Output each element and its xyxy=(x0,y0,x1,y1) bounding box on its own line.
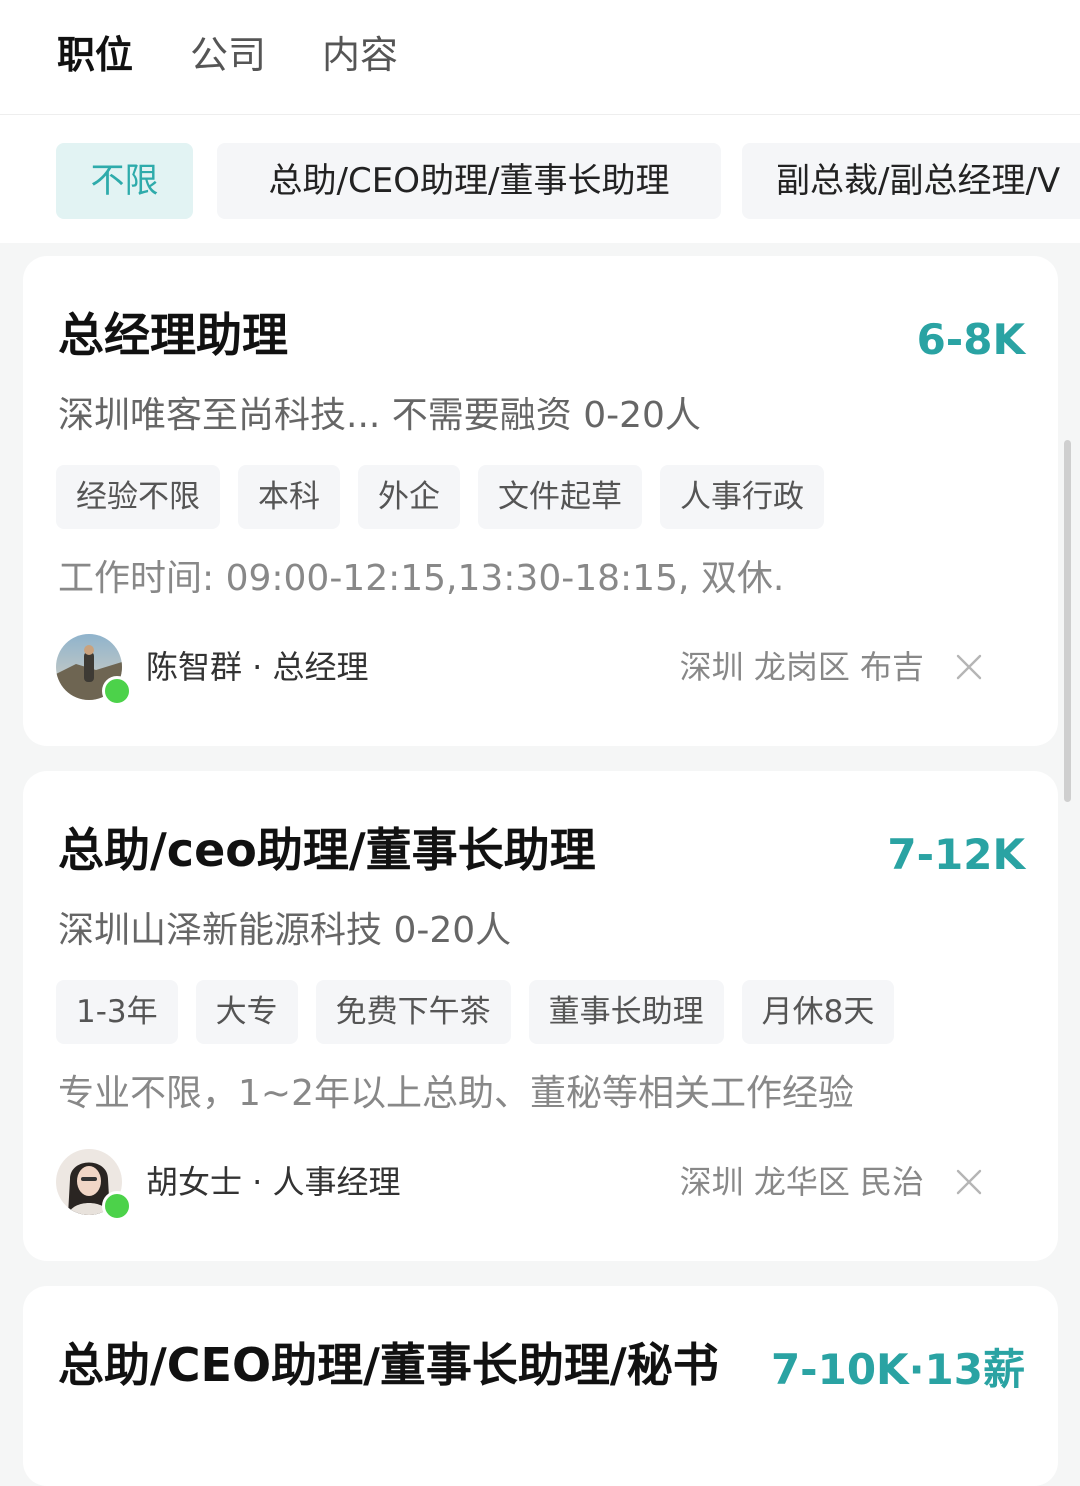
job-card[interactable]: 总助/ceo助理/董事长助理 7-12K 深圳山泽新能源科技 0-20人 1-3… xyxy=(23,771,1058,1261)
job-description: 专业不限，1~2年以上总助、董秘等相关工作经验 xyxy=(58,1073,854,1114)
scrollbar[interactable] xyxy=(1064,440,1071,802)
avatar[interactable] xyxy=(56,1149,132,1221)
job-tag: 1-3年 xyxy=(56,980,178,1044)
job-description: 工作时间: 09:00-12:15,13:30-18:15, 双休. xyxy=(58,558,785,599)
job-salary: 7-10K·13薪 xyxy=(770,1345,1025,1394)
job-tag: 大专 xyxy=(195,980,298,1044)
job-card[interactable]: 总经理助理 6-8K 深圳唯客至尚科技... 不需要融资 0-20人 经验不限本… xyxy=(23,256,1058,746)
job-tag: 月休8天 xyxy=(741,980,895,1044)
top-tab-bar: 职位 公司 内容 xyxy=(0,0,1080,115)
filter-chip-vice-president[interactable]: 副总裁/副总经理/V xyxy=(742,143,1080,219)
filter-chip-unlimited[interactable]: 不限 xyxy=(56,143,193,219)
job-title: 总助/ceo助理/董事长助理 xyxy=(58,823,596,877)
company-info: 深圳唯客至尚科技... 不需要融资 0-20人 xyxy=(58,395,701,436)
job-title: 总助/CEO助理/董事长助理/秘书 xyxy=(58,1338,719,1392)
job-tag: 外企 xyxy=(358,465,460,529)
category-filter-bar: 不限 总助/CEO助理/董事长助理 副总裁/副总经理/V xyxy=(0,115,1080,243)
job-tag: 本科 xyxy=(238,465,340,529)
company-info: 深圳山泽新能源科技 0-20人 xyxy=(58,910,512,951)
filter-chip-ceo-assistant[interactable]: 总助/CEO助理/董事长助理 xyxy=(217,143,721,219)
tab-positions[interactable]: 职位 xyxy=(57,30,133,80)
avatar[interactable] xyxy=(56,634,132,706)
job-tags: 1-3年 大专 免费下午茶 董事长助理 月休8天 xyxy=(56,980,912,1044)
recruiter-row: 胡女士 · 人事经理 深圳 龙华区 民治 xyxy=(56,1149,1016,1221)
tab-companies[interactable]: 公司 xyxy=(190,30,266,80)
close-icon[interactable] xyxy=(952,1165,986,1199)
job-tag: 人事行政 xyxy=(660,465,824,529)
job-title: 总经理助理 xyxy=(58,308,288,362)
job-tag: 文件起草 xyxy=(478,465,642,529)
recruiter-name: 胡女士 · 人事经理 xyxy=(146,1163,401,1201)
online-status-dot xyxy=(102,676,132,706)
close-icon[interactable] xyxy=(952,650,986,684)
recruiter-row: 陈智群 · 总经理 深圳 龙岗区 布吉 xyxy=(56,634,1016,706)
job-salary: 7-12K xyxy=(887,830,1025,879)
job-salary: 6-8K xyxy=(916,315,1025,364)
job-tag: 董事长助理 xyxy=(528,980,724,1044)
job-location: 深圳 龙华区 民治 xyxy=(679,1163,924,1201)
job-tag: 免费下午茶 xyxy=(315,980,511,1044)
job-tag: 经验不限 xyxy=(56,465,220,529)
online-status-dot xyxy=(102,1191,132,1221)
recruiter-name: 陈智群 · 总经理 xyxy=(146,648,369,686)
job-card[interactable]: 总助/CEO助理/董事长助理/秘书 7-10K·13薪 xyxy=(23,1286,1058,1486)
tab-content[interactable]: 内容 xyxy=(322,30,398,80)
job-location: 深圳 龙岗区 布吉 xyxy=(679,648,924,686)
job-tags: 经验不限 本科 外企 文件起草 人事行政 xyxy=(56,465,842,529)
